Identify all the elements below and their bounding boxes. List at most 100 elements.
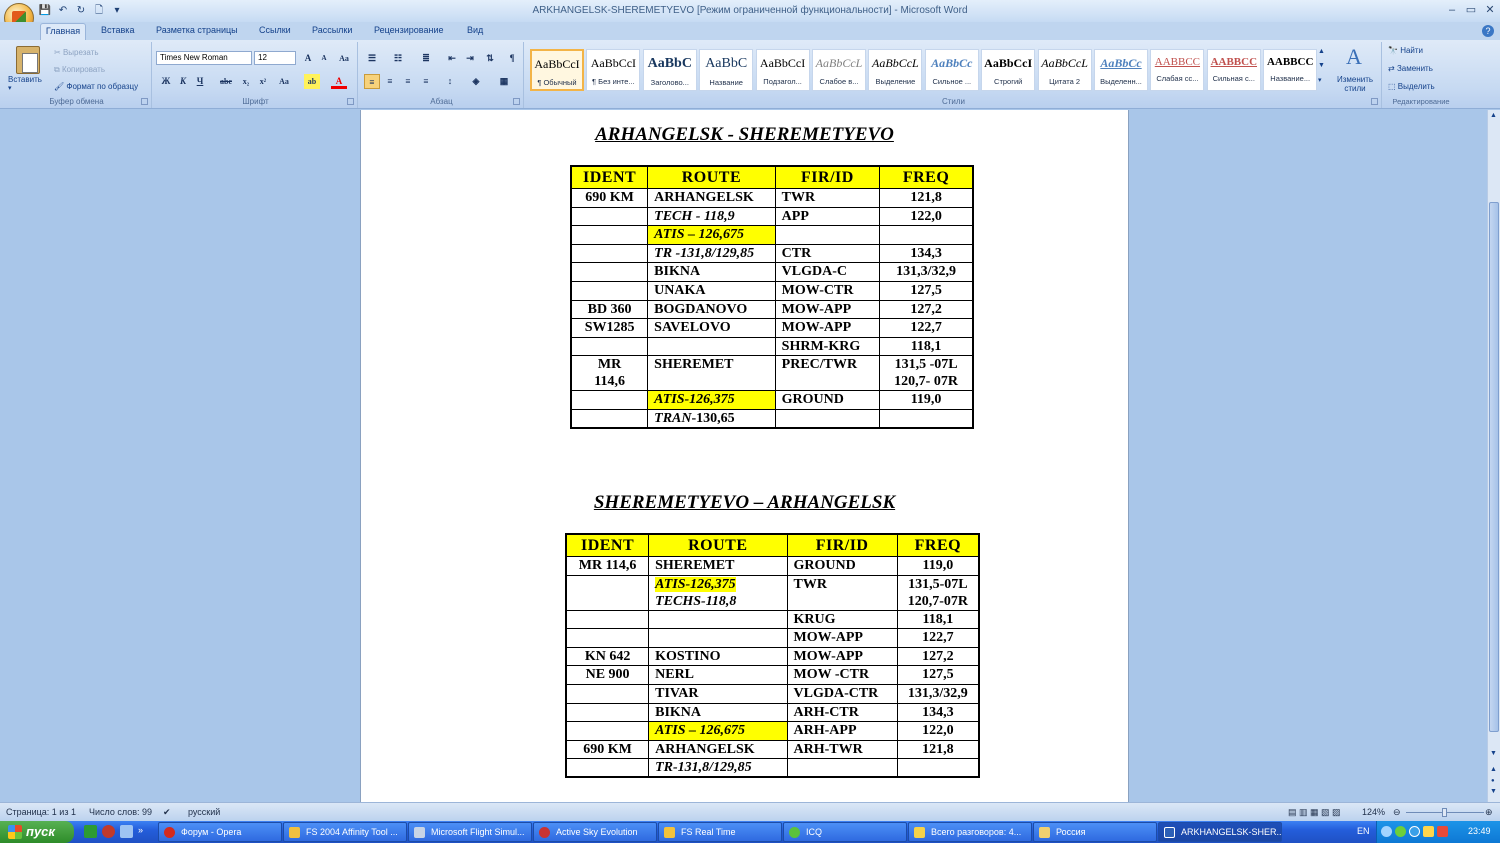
font-launcher-icon[interactable] (347, 98, 354, 105)
zoom-level[interactable]: 124% (1362, 807, 1385, 817)
bold-button[interactable]: Ж (158, 74, 174, 89)
next-page-icon[interactable]: ▼ (1490, 788, 1497, 795)
clock[interactable]: 23:49 (1468, 826, 1491, 836)
replace-button[interactable]: ⇄ Заменить (1388, 64, 1433, 73)
redo-icon[interactable]: ↻ (74, 4, 88, 18)
change-styles-icon[interactable]: A (1346, 44, 1362, 70)
grow-font-button[interactable]: A (300, 51, 316, 66)
taskbar-item-russia[interactable]: Россия (1033, 822, 1157, 842)
font-size-input[interactable]: 12 (254, 51, 296, 65)
new-document-icon[interactable]: 🗋 (92, 4, 106, 18)
style-tile[interactable]: AABBCC Слабая сс... (1150, 49, 1205, 91)
borders-icon[interactable]: ▦ (496, 74, 512, 89)
style-tile[interactable]: AaBbCcI ¶ Без инте... (586, 49, 641, 91)
icq-tray-icon[interactable] (1395, 826, 1406, 837)
select-button[interactable]: ⬚ Выделить (1388, 82, 1435, 91)
bullets-icon[interactable]: ☰ (364, 51, 380, 66)
subscript-button[interactable]: x₂ (238, 74, 254, 89)
shrink-font-button[interactable]: A (316, 51, 332, 66)
tray-app2-icon[interactable] (1437, 826, 1448, 837)
quicklaunch-h-icon[interactable] (84, 825, 97, 838)
shading-icon[interactable]: ◈ (468, 74, 484, 89)
taskbar-item-chats[interactable]: Всего разговоров: 4... (908, 822, 1032, 842)
input-language-indicator[interactable]: EN (1357, 826, 1370, 836)
style-tile[interactable]: AaBbC Заголово... (642, 49, 697, 91)
highlight-button[interactable]: ab (304, 74, 320, 89)
style-tile[interactable]: AaBbCcL Выделение (868, 49, 923, 91)
tab-mailings[interactable]: Рассылки (312, 25, 352, 35)
quicklaunch-more-icon[interactable]: » (138, 825, 151, 838)
start-button[interactable]: пуск (0, 821, 74, 843)
style-tile[interactable]: AaBbCcI Строгий (981, 49, 1036, 91)
help-icon[interactable]: ? (1482, 25, 1494, 37)
cut-button[interactable]: ✂ Вырезать (54, 48, 99, 57)
align-center-icon[interactable]: ≡ (382, 74, 398, 89)
undo-icon[interactable]: ↶ (56, 4, 70, 18)
taskbar-item-icq[interactable]: ICQ (783, 822, 907, 842)
style-tile[interactable]: AaBbC Название (699, 49, 754, 91)
strikethrough-button[interactable]: abe (216, 74, 236, 89)
qat-customize-icon[interactable]: ▾ (110, 4, 124, 18)
taskbar-item-activesky[interactable]: Active Sky Evolution (533, 822, 657, 842)
multilevel-list-icon[interactable]: ≣ (418, 51, 434, 66)
scroll-up-icon[interactable]: ▲ (1490, 112, 1497, 119)
gallery-down-icon[interactable]: ▼ (1318, 62, 1325, 69)
align-left-icon[interactable]: ≡ (364, 74, 380, 89)
style-tile[interactable]: AABBCC Сильная с... (1206, 49, 1261, 91)
justify-icon[interactable]: ≡ (418, 74, 434, 89)
change-case-button[interactable]: Aa (276, 74, 292, 89)
sort-icon[interactable]: ⇅ (482, 51, 498, 66)
word-count[interactable]: Число слов: 99 (89, 807, 152, 817)
tab-review[interactable]: Рецензирование (374, 25, 444, 35)
network-icon[interactable] (1381, 826, 1392, 837)
taskbar-item-fs2004[interactable]: Microsoft Flight Simul... (408, 822, 532, 842)
quicklaunch-desktop-icon[interactable] (120, 825, 133, 838)
show-marks-icon[interactable]: ¶ (504, 51, 520, 66)
tab-page-layout[interactable]: Разметка страницы (156, 25, 238, 35)
numbering-icon[interactable]: ☷ (390, 51, 406, 66)
language-indicator[interactable]: русский (188, 807, 220, 817)
minimize-button[interactable]: – (1443, 3, 1461, 17)
decrease-indent-icon[interactable]: ⇤ (444, 51, 460, 66)
tab-home[interactable]: Главная (40, 23, 86, 40)
style-tile[interactable]: AaBbCcI Подзагол... (755, 49, 810, 91)
font-color-button[interactable]: A (331, 74, 347, 89)
italic-button[interactable]: К (175, 74, 191, 89)
taskbar-item-affinity[interactable]: FS 2004 Affinity Tool ... (283, 822, 407, 842)
taskbar-item-opera[interactable]: Форум - Opera (158, 822, 282, 842)
vertical-scrollbar[interactable]: ▲ ▼ ▲ ● ▼ (1487, 110, 1500, 802)
quicklaunch-opera-icon[interactable] (102, 825, 115, 838)
maximize-button[interactable]: ▭ (1462, 3, 1480, 17)
zoom-in-icon[interactable]: ⊕ (1485, 807, 1493, 818)
tab-view[interactable]: Вид (467, 25, 483, 35)
format-painter-button[interactable]: 🖌 Формат по образцу (54, 82, 138, 91)
increase-indent-icon[interactable]: ⇥ (462, 51, 478, 66)
style-tile[interactable]: AaBbCcI ¶ Обычный (530, 49, 584, 91)
gallery-up-icon[interactable]: ▲ (1318, 48, 1325, 55)
copy-button[interactable]: ⧉ Копировать (54, 65, 105, 75)
clear-format-button[interactable]: Aa (336, 51, 352, 66)
scrollbar-thumb[interactable] (1489, 202, 1499, 732)
close-button[interactable]: ✕ (1481, 3, 1499, 17)
document-page[interactable]: ARHANGELSK - SHEREMETYEVO IDENT ROUTE FI… (360, 110, 1129, 802)
style-tile[interactable]: AaBbCcL Цитата 2 (1037, 49, 1092, 91)
spellcheck-icon[interactable]: ✔ (163, 807, 171, 818)
styles-launcher-icon[interactable] (1371, 98, 1378, 105)
skype-icon[interactable] (1409, 826, 1420, 837)
underline-button[interactable]: Ч (192, 74, 208, 89)
change-styles-button[interactable]: Изменить стили (1332, 75, 1378, 93)
style-tile[interactable]: AaBbCc Выделенн... (1094, 49, 1148, 91)
tab-insert[interactable]: Вставка (101, 25, 134, 35)
style-tile[interactable]: AABBCC Название... (1263, 49, 1318, 91)
zoom-out-icon[interactable]: ⊖ (1393, 807, 1401, 818)
scroll-down-icon[interactable]: ▼ (1490, 750, 1497, 757)
browse-object-icon[interactable]: ● (1491, 778, 1495, 784)
superscript-button[interactable]: x² (255, 74, 271, 89)
taskbar-item-word[interactable]: ARKHANGELSK-SHER... (1158, 822, 1282, 842)
taskbar-item-fsrealtime[interactable]: FS Real Time (658, 822, 782, 842)
gallery-more-icon[interactable]: ▾ (1318, 76, 1322, 84)
zoom-slider-thumb[interactable] (1442, 808, 1447, 817)
font-name-input[interactable]: Times New Roman (156, 51, 252, 65)
previous-page-icon[interactable]: ▲ (1490, 766, 1497, 773)
style-tile[interactable]: AaBbCc Сильное ... (924, 49, 979, 91)
